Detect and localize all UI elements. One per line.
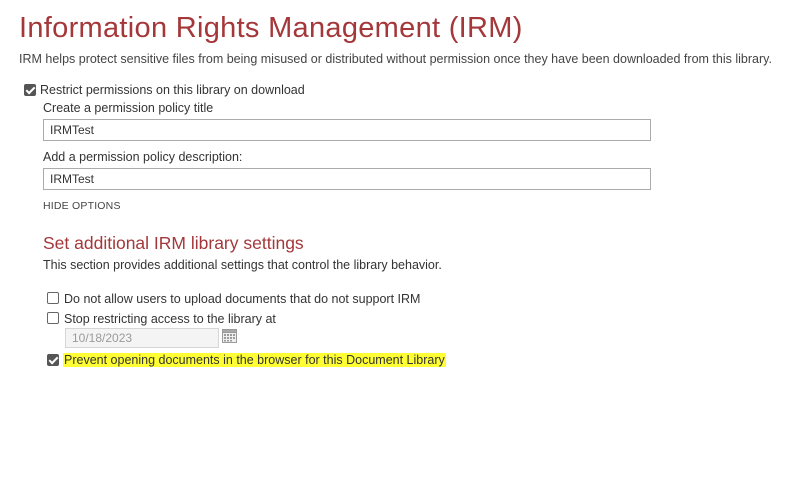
policy-description-label: Add a permission policy description: (43, 150, 243, 164)
calendar-icon[interactable] (222, 329, 237, 343)
stop-restricting-date-input[interactable] (65, 328, 219, 348)
hide-options-link[interactable]: HIDE OPTIONS (43, 200, 121, 212)
stop-restricting-label: Stop restricting access to the library a… (64, 312, 276, 326)
stop-restricting-checkbox[interactable] (47, 312, 59, 324)
page-description: IRM helps protect sensitive files from b… (19, 52, 772, 66)
page-title: Information Rights Management (IRM) (19, 12, 523, 44)
restrict-permissions-label: Restrict permissions on this library on … (40, 83, 305, 97)
policy-title-label: Create a permission policy title (43, 101, 214, 115)
restrict-permissions-checkbox[interactable] (24, 84, 36, 96)
section-title: Set additional IRM library settings (43, 233, 304, 253)
prevent-browser-open-checkbox[interactable] (47, 354, 59, 366)
section-description: This section provides additional setting… (43, 258, 442, 272)
policy-title-input[interactable] (43, 119, 651, 141)
policy-description-input[interactable] (43, 168, 651, 190)
prevent-browser-open-label: Prevent opening documents in the browser… (63, 353, 446, 367)
no-upload-unsupported-checkbox[interactable] (47, 292, 59, 304)
no-upload-unsupported-label: Do not allow users to upload documents t… (64, 292, 421, 306)
